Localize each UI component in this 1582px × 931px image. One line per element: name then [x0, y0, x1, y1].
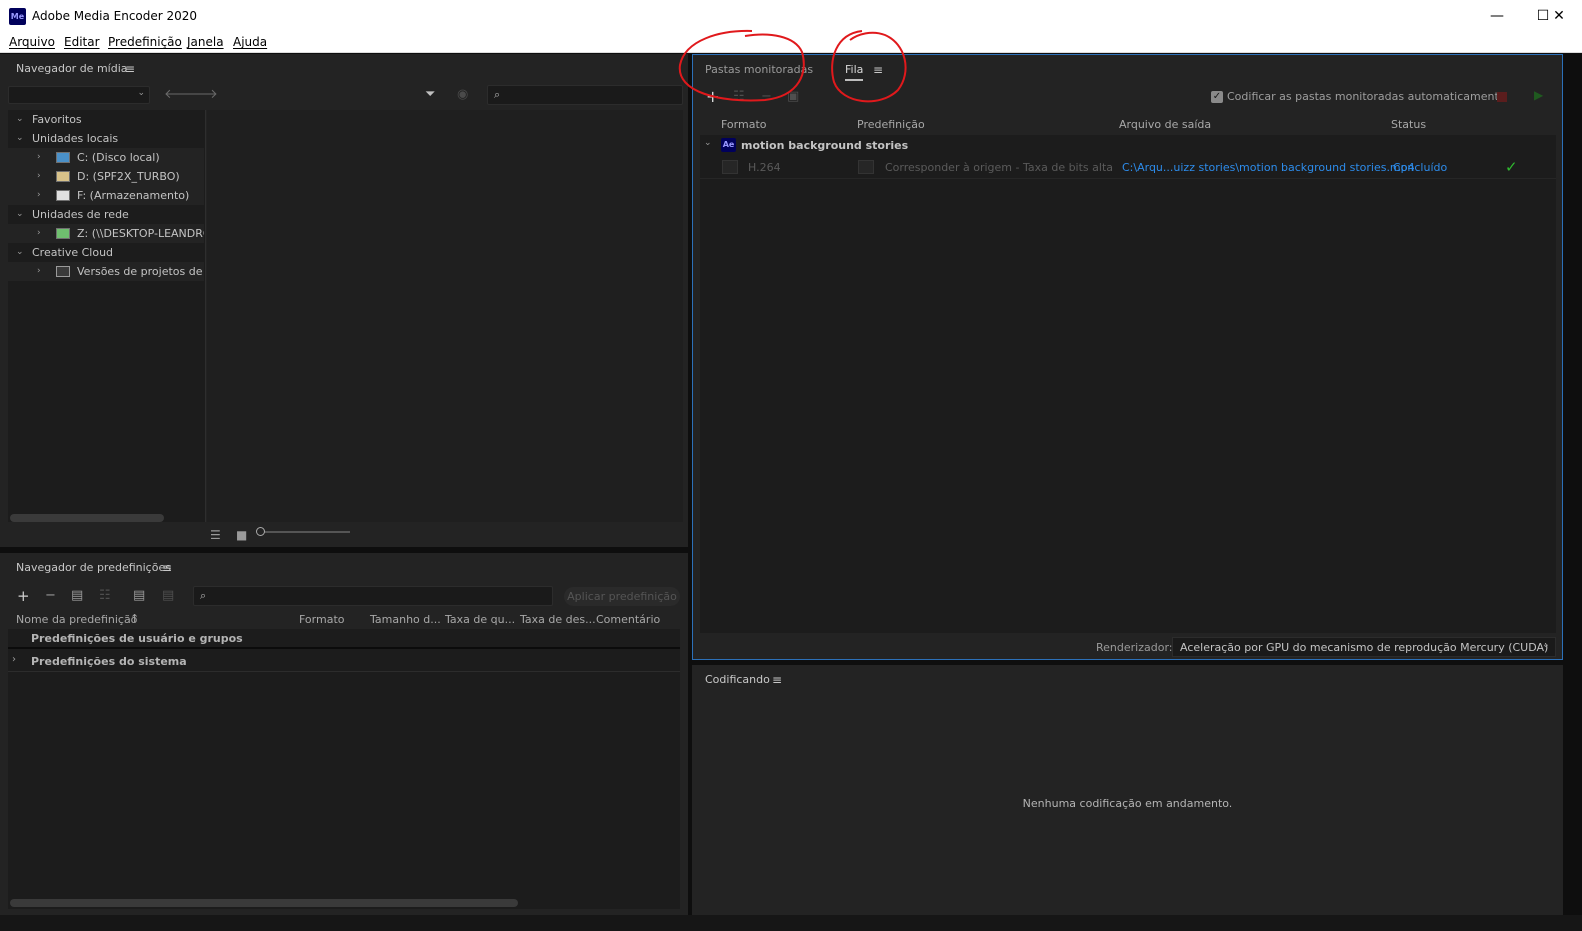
annotation-circle-watch-folders	[678, 29, 805, 102]
red-annotation-circles	[678, 29, 907, 103]
annotation-circle-queue	[831, 30, 907, 103]
